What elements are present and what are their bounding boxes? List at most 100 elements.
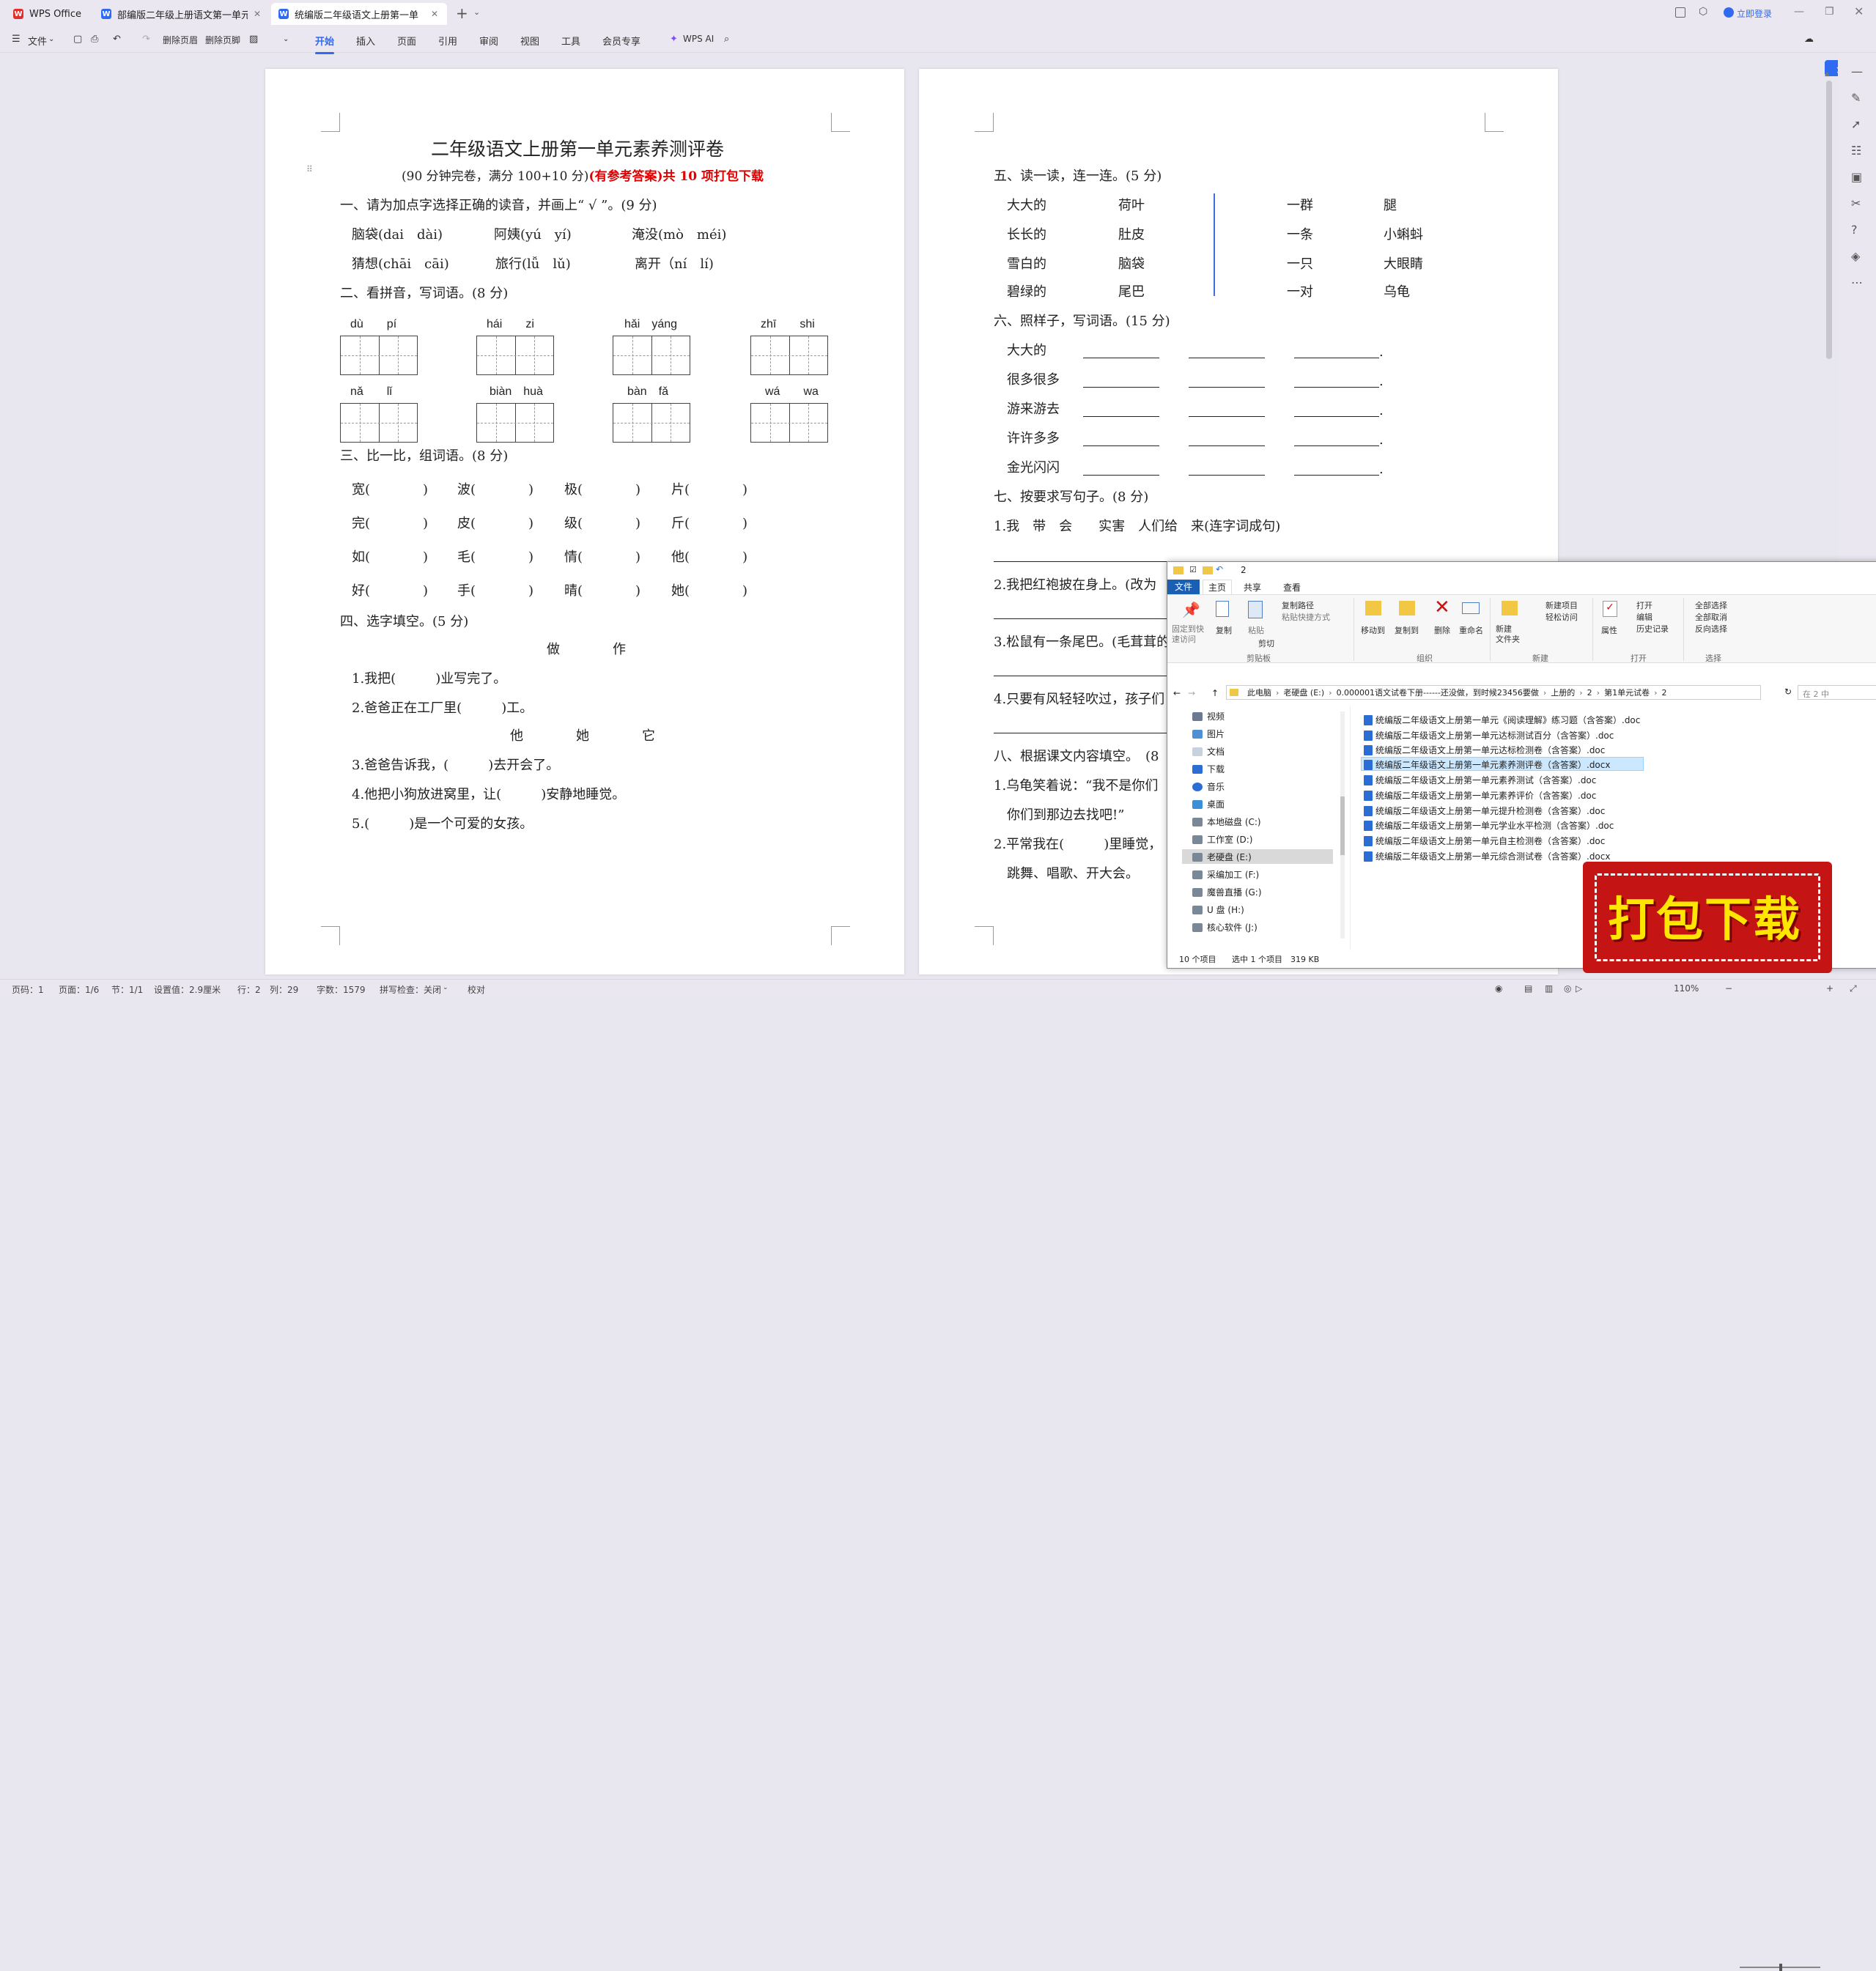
page-view-icon[interactable]: ▤ <box>1524 983 1532 994</box>
up-icon[interactable]: ↑ <box>1211 688 1219 698</box>
answer-line[interactable] <box>1294 475 1379 476</box>
address-bar[interactable]: 此电脑 › 老硬盘 (E:) › 0.000001语文试卷下册------还没做，到… <box>1226 685 1761 700</box>
writing-grid[interactable] <box>476 403 554 443</box>
pin-quick-access-button[interactable]: 固定到快 速访问 <box>1172 624 1204 645</box>
paste-button[interactable]: 粘贴 <box>1248 624 1264 636</box>
tab-page[interactable]: 页面 <box>397 34 416 48</box>
collapse-icon[interactable]: — <box>1851 64 1863 78</box>
cursor-icon[interactable]: ➚ <box>1851 117 1861 131</box>
close-window-icon[interactable]: ✕ <box>1854 4 1864 18</box>
tab-wps-office[interactable]: W WPS Office <box>6 3 94 25</box>
nav-item-downloads[interactable]: 下载 <box>1192 763 1225 775</box>
easy-access-button[interactable]: 轻松访问 <box>1546 611 1578 623</box>
copy-icon[interactable] <box>1216 601 1229 617</box>
delete-button[interactable]: 删除 <box>1434 624 1450 636</box>
nav-item-pictures[interactable]: 图片 <box>1192 728 1225 740</box>
move-to-icon[interactable] <box>1365 601 1381 615</box>
nav-item-drive-j[interactable]: 核心软件 (J:) <box>1192 921 1258 933</box>
breadcrumb-item[interactable]: 0.000001语文试卷下册------还没做，到时候23456要做 <box>1337 687 1539 698</box>
wps-ai-icon[interactable]: ✦ <box>670 34 678 45</box>
document-page-1[interactable]: ⠿ 二年级语文上册第一单元素养测评卷 (90 分钟完卷，满分 100+10 分)… <box>265 69 904 975</box>
undo-icon[interactable]: ↶ <box>113 34 121 45</box>
ribbon-tab-file[interactable]: 文件 <box>1167 580 1200 594</box>
ribbon-tab-view[interactable]: 查看 <box>1283 581 1301 593</box>
delete-header-button[interactable]: 删除页眉 <box>163 34 198 46</box>
print-icon[interactable]: ⎙ <box>91 34 98 45</box>
page-count[interactable]: 页面：1/6 <box>59 983 99 996</box>
file-item[interactable]: 统编版二年级语文上册第一单元达标测试百分（含答案）.doc <box>1364 728 1614 742</box>
chevron-down-icon[interactable]: ⌄ <box>48 35 54 43</box>
nav-item-music[interactable]: 音乐 <box>1192 780 1225 793</box>
tab-document-2[interactable]: W 统编版二年级语文上册第一单 ✕ <box>271 3 447 25</box>
ribbon-tab-home[interactable]: 主页 <box>1203 580 1232 594</box>
answer-line[interactable] <box>1083 387 1159 388</box>
close-icon[interactable]: ✕ <box>254 9 261 19</box>
file-item[interactable]: 统编版二年级语文上册第一单元达标检测卷（含答案）.doc <box>1364 743 1605 757</box>
breadcrumb-item[interactable]: 2 <box>1587 688 1592 698</box>
history-button[interactable]: 历史记录 <box>1636 623 1669 635</box>
writing-grid[interactable] <box>750 403 828 443</box>
save-icon[interactable]: ▢ <box>73 34 82 45</box>
drag-handle-icon[interactable]: ⠿ <box>306 164 313 174</box>
answer-line[interactable] <box>1294 445 1379 446</box>
ribbon-tab-share[interactable]: 共享 <box>1244 581 1261 593</box>
refresh-icon[interactable]: ↻ <box>1784 687 1792 697</box>
writing-grid[interactable] <box>750 336 828 375</box>
cube-icon[interactable]: ⬡ <box>1699 6 1707 18</box>
breadcrumb-item[interactable]: 老硬盘 (E:) <box>1283 687 1324 698</box>
answer-line[interactable] <box>1189 445 1265 446</box>
file-item[interactable]: 统编版二年级语文上册第一单元综合测试卷（含答案）.docx <box>1364 849 1610 863</box>
fit-icon[interactable]: ⤢ <box>1850 983 1857 994</box>
new-folder-button[interactable]: 新建 文件夹 <box>1496 624 1520 645</box>
file-item[interactable]: 统编版二年级语文上册第一单元提升检测卷（含答案）.doc <box>1364 804 1605 818</box>
breadcrumb-item[interactable]: 此电脑 <box>1247 687 1271 698</box>
file-item[interactable]: 统编版二年级语文上册第一单元自主检测卷（含答案）.doc <box>1364 834 1605 848</box>
forward-icon[interactable]: → <box>1188 688 1195 698</box>
check-icon[interactable]: ☑ <box>1189 565 1197 574</box>
file-menu[interactable]: 文件 <box>28 34 47 48</box>
rename-icon[interactable] <box>1462 602 1480 614</box>
edit-button[interactable]: 编辑 <box>1636 611 1652 623</box>
breadcrumb-item[interactable]: 第1单元试卷 <box>1604 687 1650 698</box>
chevron-up-icon[interactable]: ▲ <box>1825 70 1830 78</box>
writing-grid[interactable] <box>613 403 690 443</box>
web-view-icon[interactable]: ◎ <box>1564 983 1571 994</box>
file-item[interactable]: 统编版二年级语文上册第一单元学业水平检测（含答案）.doc <box>1364 818 1614 832</box>
cloud-icon[interactable]: ☁ <box>1804 34 1814 45</box>
breadcrumb-item[interactable]: 上册的 <box>1551 687 1575 698</box>
nav-item-drive-e[interactable]: 老硬盘 (E:) <box>1192 851 1252 863</box>
back-icon[interactable]: ← <box>1173 688 1181 698</box>
nav-item-drive-f[interactable]: 采编加工 (F:) <box>1192 868 1259 881</box>
answer-line[interactable] <box>1083 475 1159 476</box>
breadcrumb-item[interactable]: 2 <box>1661 688 1666 698</box>
menu-icon[interactable]: ☰ <box>12 34 21 45</box>
answer-line[interactable] <box>1294 387 1379 388</box>
image-icon[interactable]: ▨ <box>249 34 258 45</box>
pin-icon[interactable]: 📌 <box>1182 601 1200 618</box>
zoom-slider-thumb[interactable] <box>1779 1964 1782 1971</box>
window-icon[interactable] <box>1675 7 1685 18</box>
chevron-down-icon[interactable]: ⌄ <box>283 35 289 43</box>
tab-home[interactable]: 开始 <box>315 34 335 54</box>
new-tab-button[interactable]: + <box>456 4 468 22</box>
invert-selection-button[interactable]: 反向选择 <box>1695 623 1727 635</box>
redo-icon[interactable]: ↷ <box>142 34 150 45</box>
download-promo-stamp[interactable]: 打包下载 <box>1583 862 1832 973</box>
new-folder-icon[interactable] <box>1502 601 1518 615</box>
writing-grid[interactable] <box>613 336 690 375</box>
search-icon[interactable]: ⌕ <box>724 34 729 45</box>
nav-item-drive-g[interactable]: 魔兽直播 (G:) <box>1192 886 1262 898</box>
nav-item-desktop[interactable]: 桌面 <box>1192 798 1225 810</box>
select-none-button[interactable]: 全部取消 <box>1695 611 1727 623</box>
answer-line[interactable] <box>1189 387 1265 388</box>
zoom-level[interactable]: 110% <box>1674 983 1699 994</box>
writing-grid[interactable] <box>340 403 418 443</box>
page-number[interactable]: 页码：1 <box>12 983 44 996</box>
properties-button[interactable]: 属性 <box>1601 624 1617 636</box>
zoom-out-icon[interactable]: − <box>1725 983 1732 994</box>
read-view-icon[interactable]: ▥ <box>1545 983 1553 994</box>
setting-value[interactable]: 设置值：2.9厘米 <box>154 983 221 996</box>
file-item[interactable]: 统编版二年级语文上册第一单元素养测试（含答案）.doc <box>1364 773 1596 787</box>
tab-reference[interactable]: 引用 <box>438 34 457 48</box>
select-all-button[interactable]: 全部选择 <box>1695 599 1727 611</box>
